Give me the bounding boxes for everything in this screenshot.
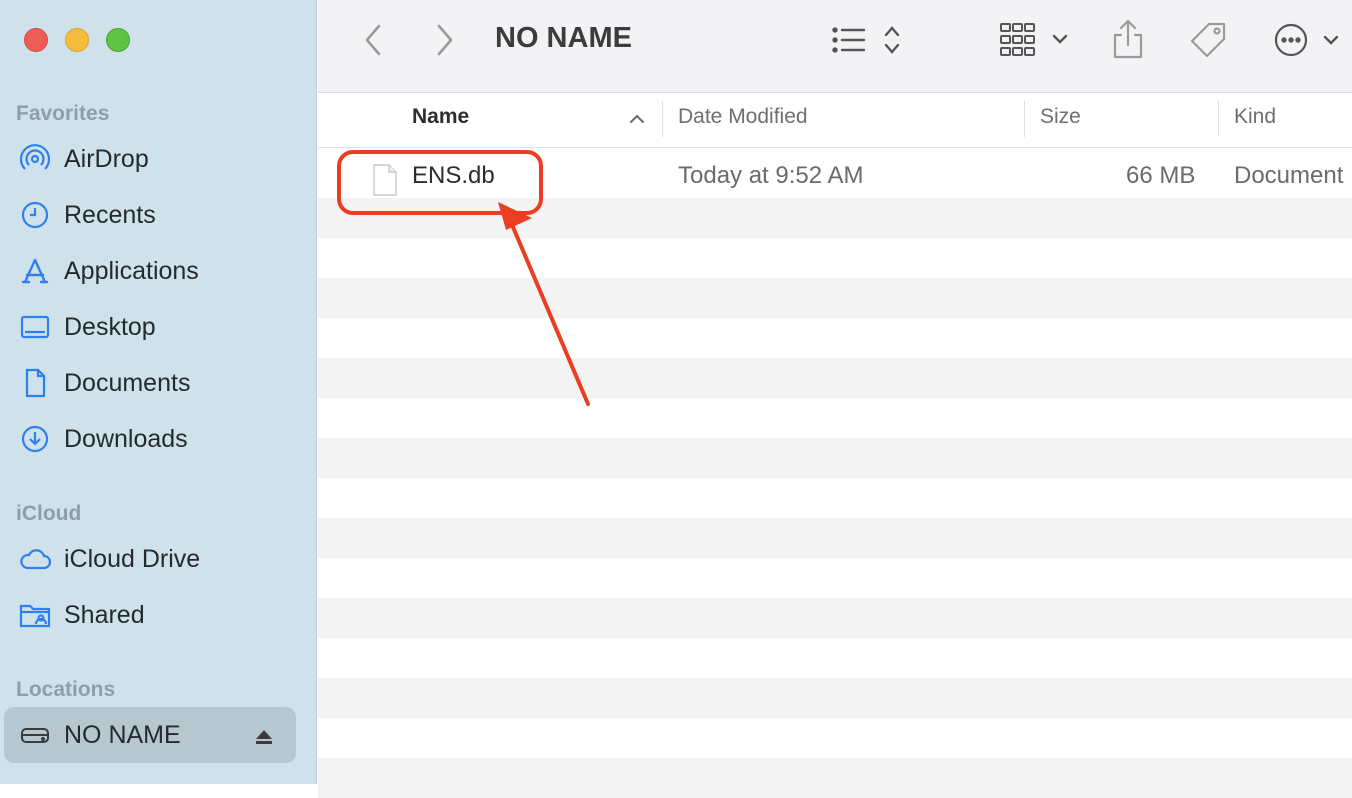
sidebar-item-label: iCloud Drive [64, 544, 201, 573]
column-kind[interactable]: Kind [1234, 105, 1276, 129]
toolbar: NO NAME [318, 0, 1352, 93]
minimize-button[interactable] [65, 28, 89, 52]
document-icon [18, 366, 52, 400]
annotation-arrow [498, 202, 590, 406]
sidebar-item-downloads[interactable]: Downloads [18, 419, 188, 459]
group-button[interactable] [998, 20, 1072, 60]
ellipsis-circle-icon [1274, 23, 1339, 57]
downloads-icon [18, 422, 52, 456]
more-actions-button[interactable] [1272, 20, 1344, 60]
file-size: 66 MB [1126, 162, 1196, 189]
window-controls [24, 28, 130, 52]
column-divider[interactable] [1218, 101, 1219, 137]
icloud-heading: iCloud [16, 502, 82, 525]
chevron-left-icon [365, 24, 381, 56]
column-divider[interactable] [1024, 101, 1025, 137]
sidebar-item-label: AirDrop [64, 144, 149, 173]
sidebar-item-desktop[interactable]: Desktop [18, 307, 156, 347]
tags-button[interactable] [1186, 20, 1230, 62]
sidebar-item-label: Shared [64, 600, 145, 629]
empty-row [318, 598, 1352, 638]
eject-icon[interactable] [254, 725, 274, 754]
sidebar-item-label: Desktop [64, 312, 156, 341]
sidebar-item-label: Applications [64, 256, 199, 285]
empty-row [318, 438, 1352, 478]
shared-folder-icon [18, 598, 52, 632]
sidebar-item-recents[interactable]: Recents [18, 195, 156, 235]
empty-row [318, 678, 1352, 718]
sidebar: Favorites AirDrop Recents Applications D… [0, 0, 317, 784]
column-divider[interactable] [662, 101, 663, 137]
column-header: Name Date Modified Size Kind [318, 93, 1352, 148]
view-options-button[interactable] [830, 22, 910, 58]
sidebar-item-shared[interactable]: Shared [18, 595, 145, 635]
empty-row [318, 758, 1352, 798]
file-kind: Document [1234, 162, 1344, 189]
empty-row [318, 278, 1352, 318]
close-button[interactable] [24, 28, 48, 52]
airdrop-icon [18, 142, 52, 176]
forward-button[interactable] [430, 22, 460, 58]
drive-icon [18, 718, 52, 752]
favorites-heading: Favorites [16, 102, 110, 125]
sidebar-item-airdrop[interactable]: AirDrop [18, 139, 149, 179]
tag-icon [1190, 22, 1226, 58]
sidebar-item-label: NO NAME [64, 720, 181, 749]
chevron-right-icon [437, 24, 453, 56]
sort-ascending-icon[interactable] [629, 113, 645, 125]
empty-row [318, 358, 1352, 398]
cloud-icon [18, 542, 52, 576]
sidebar-item-applications[interactable]: Applications [18, 251, 199, 291]
column-size[interactable]: Size [1040, 105, 1081, 129]
locations-heading: Locations [16, 678, 116, 701]
clock-icon [18, 198, 52, 232]
sidebar-item-label: Downloads [64, 424, 188, 453]
sidebar-item-label: Recents [64, 200, 156, 229]
sidebar-item-label: Documents [64, 368, 191, 397]
share-icon [1113, 19, 1143, 59]
zoom-button[interactable] [106, 28, 130, 52]
window-title: NO NAME [495, 22, 632, 54]
file-date-modified: Today at 9:52 AM [678, 162, 864, 189]
sidebar-item-no-name[interactable]: NO NAME [4, 707, 296, 763]
desktop-icon [18, 310, 52, 344]
applications-icon [18, 254, 52, 288]
list-view-icon [832, 26, 900, 54]
column-name[interactable]: Name [412, 105, 469, 129]
empty-row [318, 518, 1352, 558]
sidebar-item-documents[interactable]: Documents [18, 363, 190, 403]
share-button[interactable] [1110, 16, 1146, 62]
grid-icon [1000, 23, 1068, 56]
column-date-modified[interactable]: Date Modified [678, 105, 808, 129]
back-button[interactable] [358, 22, 388, 58]
sidebar-item-icloud-drive[interactable]: iCloud Drive [18, 539, 200, 579]
file-list: ENS.db Today at 9:52 AM 66 MB Document [318, 150, 1352, 798]
